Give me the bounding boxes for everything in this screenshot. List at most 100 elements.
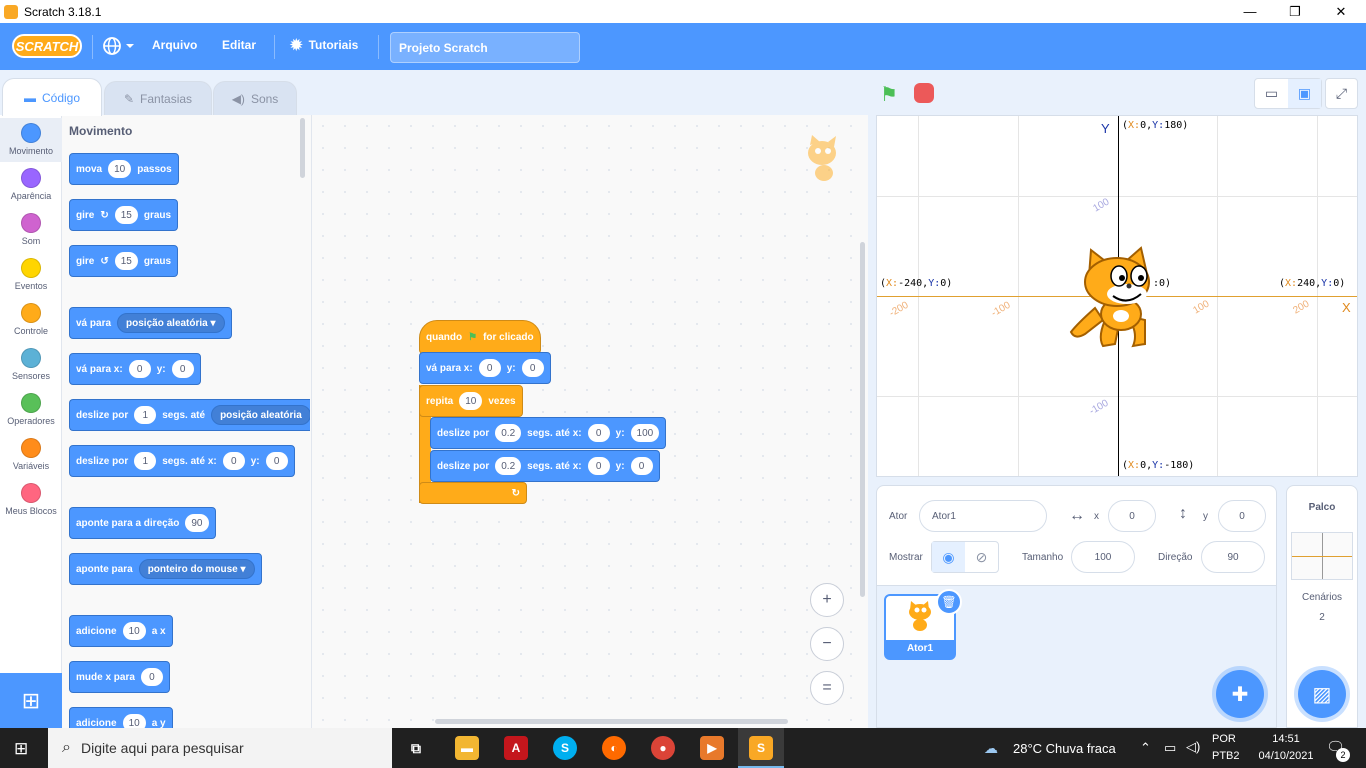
block-change-y[interactable]: adicione 10 a y [69, 707, 173, 728]
chrome-icon[interactable]: ● [651, 736, 675, 760]
small-stage-button[interactable]: ▭ [1255, 79, 1288, 108]
hide-sprite-button[interactable]: ⊘ [965, 542, 998, 572]
block-input[interactable]: 0 [521, 359, 544, 377]
block-goto[interactable]: vá para posição aleatória ▾ [69, 307, 232, 339]
block-input[interactable]: 10 [122, 714, 146, 728]
block-input[interactable]: 0 [587, 424, 610, 442]
delete-sprite-button[interactable]: 🗑 [936, 589, 962, 615]
file-explorer-icon[interactable]: ▬ [455, 736, 479, 760]
network-icon[interactable]: ▭ [1164, 740, 1176, 756]
block-input[interactable]: 0.2 [495, 457, 522, 475]
clock-date[interactable]: 04/10/2021 [1248, 750, 1324, 762]
tab-sounds[interactable]: ◀) Sons [213, 81, 297, 115]
script-horizontal-scrollbar[interactable] [435, 719, 788, 724]
block-dropdown[interactable]: posição aleatória ▾ [117, 313, 225, 333]
task-view-icon[interactable]: ⧉ [404, 736, 428, 760]
block-goto-xy[interactable]: vá para x: 0 y: 0 [419, 352, 551, 384]
zoom-reset-button[interactable]: = [810, 671, 844, 705]
acrobat-icon[interactable]: A [504, 736, 528, 760]
large-stage-button[interactable]: ▣ [1288, 79, 1321, 108]
block-input[interactable]: 0 [171, 360, 194, 378]
block-when-flag-clicked[interactable]: quando ⚑ for clicado [419, 320, 541, 354]
block-input[interactable]: 15 [114, 206, 138, 224]
category-operadores[interactable]: Operadores [0, 388, 62, 432]
block-glide[interactable]: deslize por 1 segs. até posição aleatóri… [69, 399, 310, 431]
palette-scrollbar[interactable] [300, 118, 305, 178]
block-input[interactable]: 0 [478, 359, 501, 377]
block-glide-xy[interactable]: deslize por 1 segs. até x: 0 y: 0 [69, 445, 295, 477]
block-input[interactable]: 0 [587, 457, 610, 475]
category-eventos[interactable]: Eventos [0, 253, 62, 297]
block-input[interactable]: 0 [140, 668, 163, 686]
cat-sprite[interactable] [1067, 246, 1173, 353]
show-sprite-button[interactable]: ◉ [932, 542, 965, 572]
block-input[interactable]: 0 [630, 457, 653, 475]
choose-backdrop-button[interactable]: ▨ [1298, 670, 1346, 718]
block-point-direction[interactable]: aponte para a direção 90 [69, 507, 216, 539]
block-turn-right[interactable]: gire ↻ 15 graus [69, 199, 179, 231]
scratch-logo[interactable]: SCRATCH [12, 34, 82, 58]
block-input[interactable]: 10 [459, 392, 483, 410]
category-aparência[interactable]: Aparência [0, 163, 62, 207]
zoom-out-button[interactable]: − [810, 627, 844, 661]
stop-button[interactable] [914, 83, 934, 103]
y-input[interactable]: 0 [1218, 500, 1266, 532]
block-point-towards[interactable]: aponte para ponteiro do mouse ▾ [69, 553, 262, 585]
clock-time[interactable]: 14:51 [1256, 733, 1316, 745]
category-variáveis[interactable]: Variáveis [0, 433, 62, 477]
block-input[interactable]: 10 [108, 160, 132, 178]
menu-file[interactable]: Arquivo [152, 38, 197, 52]
menu-tutorials[interactable]: ✹ Tutoriais [290, 36, 358, 54]
block-input[interactable]: 0.2 [495, 424, 522, 442]
globe-icon[interactable] [102, 35, 136, 60]
block-move-steps[interactable]: mova 10 passos [69, 153, 179, 185]
block-glide-xy[interactable]: deslize por 0.2 segs. até x: 0 y: 100 [430, 417, 667, 449]
sprite-name-input[interactable]: Ator1 [919, 500, 1047, 532]
project-title-input[interactable]: Projeto Scratch [390, 32, 580, 63]
block-input[interactable]: 10 [122, 622, 146, 640]
green-flag-button[interactable]: ⚑ [880, 82, 898, 107]
direction-input[interactable]: 90 [1201, 541, 1265, 573]
category-controle[interactable]: Controle [0, 298, 62, 342]
taskbar-search[interactable]: ⌕ Digite aqui para pesquisar [48, 728, 392, 768]
block-input[interactable]: 0 [265, 452, 288, 470]
close-button[interactable]: ✕ [1318, 0, 1364, 23]
windows-start-icon[interactable]: ⊞ [14, 739, 28, 759]
block-repeat[interactable]: repita 10 vezes [419, 385, 523, 417]
block-change-x[interactable]: adicione 10 a x [69, 615, 173, 647]
block-input[interactable]: 90 [185, 514, 209, 532]
x-input[interactable]: 0 [1108, 500, 1156, 532]
language-indicator[interactable]: POR [1212, 733, 1236, 745]
block-input[interactable]: 100 [630, 424, 660, 442]
skype-icon[interactable]: S [553, 736, 577, 760]
keyboard-layout-indicator[interactable]: PTB2 [1212, 750, 1240, 762]
block-set-x[interactable]: mude x para 0 [69, 661, 170, 693]
fullscreen-button[interactable]: ⤢ [1325, 78, 1358, 109]
tray-chevron-icon[interactable]: ⌃ [1140, 740, 1151, 756]
add-extension-button[interactable]: ⊞ [0, 673, 62, 728]
block-glide-xy[interactable]: deslize por 0.2 segs. até x: 0 y: 0 [430, 450, 660, 482]
maximize-button[interactable]: ❐ [1272, 0, 1318, 23]
block-input[interactable]: 1 [134, 406, 157, 424]
video-editor-icon[interactable]: ▶ [700, 736, 724, 760]
script-area[interactable]: quando ⚑ for clicado vá para x: 0 y: 0 r… [312, 115, 868, 728]
stage-canvas[interactable]: Y X (X:0,Y:180) (X:0,Y:-180) (X:-240,Y:0… [876, 115, 1358, 477]
zoom-in-button[interactable]: + [810, 583, 844, 617]
category-movimento[interactable]: Movimento [0, 118, 62, 162]
category-som[interactable]: Som [0, 208, 62, 252]
taskbar-scratch-active[interactable]: S [738, 728, 784, 768]
size-input[interactable]: 100 [1071, 541, 1135, 573]
menu-edit[interactable]: Editar [222, 38, 256, 52]
block-input[interactable]: 15 [114, 252, 138, 270]
firefox-icon[interactable]: ◐ [602, 736, 626, 760]
volume-icon[interactable]: ◁) [1186, 739, 1200, 755]
block-input[interactable]: 1 [134, 452, 157, 470]
choose-sprite-button[interactable]: ✚ [1216, 670, 1264, 718]
tab-costumes[interactable]: ✎ Fantasias [104, 81, 212, 115]
block-dropdown[interactable]: ponteiro do mouse ▾ [138, 559, 255, 579]
category-meus-blocos[interactable]: Meus Blocos [0, 478, 62, 522]
category-sensores[interactable]: Sensores [0, 343, 62, 387]
block-goto-xy[interactable]: vá para x: 0 y: 0 [69, 353, 201, 385]
script-vertical-scrollbar[interactable] [860, 242, 865, 597]
block-dropdown[interactable]: posição aleatória [211, 405, 310, 425]
